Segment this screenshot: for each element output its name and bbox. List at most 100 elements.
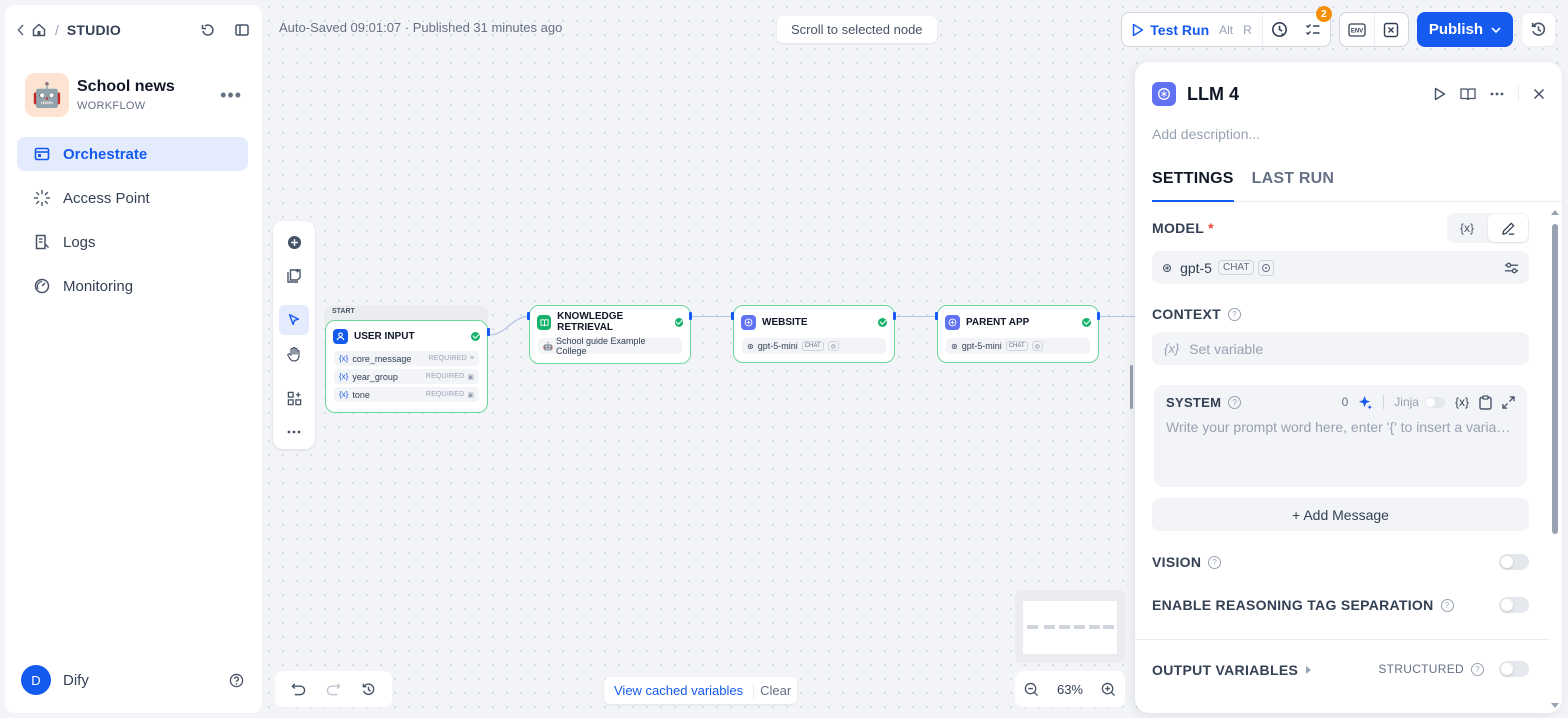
- scroll-down-arrow[interactable]: [1551, 703, 1559, 708]
- panel-resize-handle[interactable]: [1130, 365, 1133, 409]
- test-run-button[interactable]: Test Run Alt R: [1122, 13, 1262, 46]
- app-more-icon[interactable]: •••: [220, 85, 242, 106]
- add-node-button[interactable]: [279, 227, 309, 257]
- clear-cache-button[interactable]: Clear: [753, 683, 797, 698]
- undo-redo-bar: [275, 671, 392, 707]
- add-message-button[interactable]: + Add Message: [1152, 498, 1529, 531]
- checklist-button[interactable]: 2: [1296, 6, 1332, 46]
- ai-generate-icon[interactable]: [1358, 395, 1373, 410]
- history-icon: [1531, 22, 1546, 36]
- node-output-handle[interactable]: [893, 312, 896, 320]
- scroll-up-arrow[interactable]: [1551, 210, 1559, 215]
- reasoning-toggle[interactable]: [1499, 597, 1529, 613]
- context-variable-selector[interactable]: {x} Set variable: [1152, 332, 1529, 365]
- success-check-icon: [1082, 317, 1091, 327]
- system-help-icon[interactable]: ?: [1228, 395, 1242, 409]
- avatar[interactable]: D: [21, 665, 51, 695]
- conversation-variables-button[interactable]: [1373, 13, 1408, 46]
- website-llm-node[interactable]: WEBSITE ⊛ gpt-5-mini CHAT ◎: [733, 305, 895, 363]
- expand-caret-icon[interactable]: [1306, 666, 1312, 674]
- view-cached-variables-button[interactable]: View cached variables: [604, 683, 753, 698]
- node-output-handle[interactable]: [689, 312, 692, 320]
- home-icon[interactable]: [31, 22, 47, 38]
- scroll-to-selected-node-button[interactable]: Scroll to selected node: [777, 16, 937, 43]
- tab-settings[interactable]: SETTINGS: [1152, 170, 1234, 202]
- more-tools-button[interactable]: [279, 417, 309, 447]
- edit-mode-button[interactable]: [1488, 214, 1528, 242]
- run-node-icon[interactable]: [1434, 87, 1446, 101]
- header-divider: [1518, 86, 1519, 102]
- structured-toggle[interactable]: [1499, 661, 1529, 677]
- tab-last-run[interactable]: LAST RUN: [1252, 170, 1334, 201]
- jinja-toggle-group[interactable]: Jinja: [1394, 395, 1445, 409]
- zoom-level[interactable]: 63%: [1057, 682, 1083, 697]
- vision-toggle[interactable]: [1499, 554, 1529, 570]
- redo-icon[interactable]: [326, 682, 341, 696]
- system-prompt-header: SYSTEM ? 0 Jinja {x}: [1154, 385, 1527, 419]
- user-name: Dify: [63, 671, 89, 689]
- sidebar-item-logs[interactable]: Logs: [17, 225, 248, 259]
- model-selector[interactable]: ⊛ gpt-5 CHAT: [1152, 251, 1529, 284]
- copy-icon[interactable]: [1479, 394, 1492, 410]
- structured-help-icon[interactable]: ?: [1471, 662, 1484, 676]
- expand-icon[interactable]: [1502, 395, 1515, 409]
- vision-help-icon[interactable]: ?: [1208, 555, 1222, 569]
- input-variable-row: {x} year_group REQUIRED ▣: [334, 369, 479, 384]
- env-variables-button[interactable]: ENV: [1340, 13, 1374, 46]
- organize-nodes-button[interactable]: [279, 383, 309, 413]
- jinja-toggle[interactable]: [1424, 396, 1445, 408]
- context-placeholder: Set variable: [1189, 340, 1264, 357]
- section-divider: [1135, 639, 1550, 640]
- model-name: gpt-5: [1180, 259, 1212, 276]
- model-settings-icon[interactable]: [1504, 261, 1519, 275]
- collapse-sidebar-icon[interactable]: [234, 22, 250, 38]
- node-input-handle[interactable]: [527, 312, 530, 320]
- openai-icon: ⊛: [951, 341, 958, 351]
- zoom-in-icon[interactable]: [1101, 682, 1116, 697]
- run-history-button[interactable]: [1261, 13, 1296, 46]
- minimap[interactable]: [1015, 590, 1125, 663]
- user-input-icon: [333, 328, 348, 344]
- panel-title[interactable]: LLM 4: [1187, 84, 1239, 105]
- zoom-out-icon[interactable]: [1024, 682, 1039, 697]
- knowledge-retrieval-node[interactable]: KNOWLEDGE RETRIEVAL 🤖 School guide Examp…: [529, 305, 691, 364]
- scrollbar-thumb[interactable]: [1552, 224, 1558, 534]
- breadcrumb-studio[interactable]: STUDIO: [67, 22, 121, 38]
- parent-app-llm-node[interactable]: PARENT APP ⊛ gpt-5-mini CHAT ◎: [937, 305, 1099, 363]
- switch-app-icon[interactable]: [200, 22, 216, 38]
- change-history-icon[interactable]: [361, 682, 376, 697]
- node-output-handle[interactable]: [1097, 312, 1100, 320]
- node-input-handle[interactable]: [935, 312, 938, 320]
- user-account[interactable]: D Dify: [21, 665, 244, 695]
- svg-text:ENV: ENV: [1351, 28, 1363, 34]
- system-prompt-placeholder[interactable]: Write your prompt word here, enter '{' t…: [1154, 419, 1527, 435]
- help-docs-icon[interactable]: [1460, 87, 1476, 101]
- close-icon[interactable]: [1533, 88, 1545, 100]
- version-history-button[interactable]: [1521, 12, 1556, 47]
- context-help-icon[interactable]: ?: [1228, 307, 1241, 321]
- reasoning-help-icon[interactable]: ?: [1440, 598, 1454, 612]
- system-prompt-editor[interactable]: SYSTEM ? 0 Jinja {x} Write your prompt w…: [1154, 385, 1527, 487]
- success-check-icon: [674, 317, 683, 327]
- sidebar-item-access-point[interactable]: Access Point: [17, 181, 248, 215]
- publish-button[interactable]: Publish: [1416, 12, 1513, 47]
- required-label: REQUIRED: [428, 355, 467, 362]
- panel-scrollbar[interactable]: [1551, 210, 1559, 708]
- pointer-mode-button[interactable]: [279, 305, 309, 335]
- node-input-handle[interactable]: [731, 312, 734, 320]
- edge-parentapp-llm4: [1099, 316, 1135, 317]
- sidebar-item-orchestrate[interactable]: Orchestrate: [17, 137, 248, 171]
- variable-mode-button[interactable]: {x}: [1447, 213, 1487, 243]
- add-note-button[interactable]: [279, 261, 309, 291]
- more-options-icon[interactable]: [1490, 92, 1504, 96]
- user-input-node[interactable]: USER INPUT {x} core_message REQUIRED ≡ {…: [325, 320, 488, 413]
- node-output-handle[interactable]: [487, 328, 490, 336]
- description-input[interactable]: Add description...: [1152, 126, 1260, 142]
- undo-icon[interactable]: [291, 682, 306, 696]
- output-variables-section[interactable]: OUTPUT VARIABLES: [1152, 662, 1312, 678]
- help-icon[interactable]: [229, 673, 244, 688]
- sidebar-item-monitoring[interactable]: Monitoring: [17, 269, 248, 303]
- hand-mode-button[interactable]: [279, 339, 309, 369]
- back-chevron-icon[interactable]: [17, 24, 31, 36]
- insert-variable-button[interactable]: {x}: [1455, 395, 1469, 409]
